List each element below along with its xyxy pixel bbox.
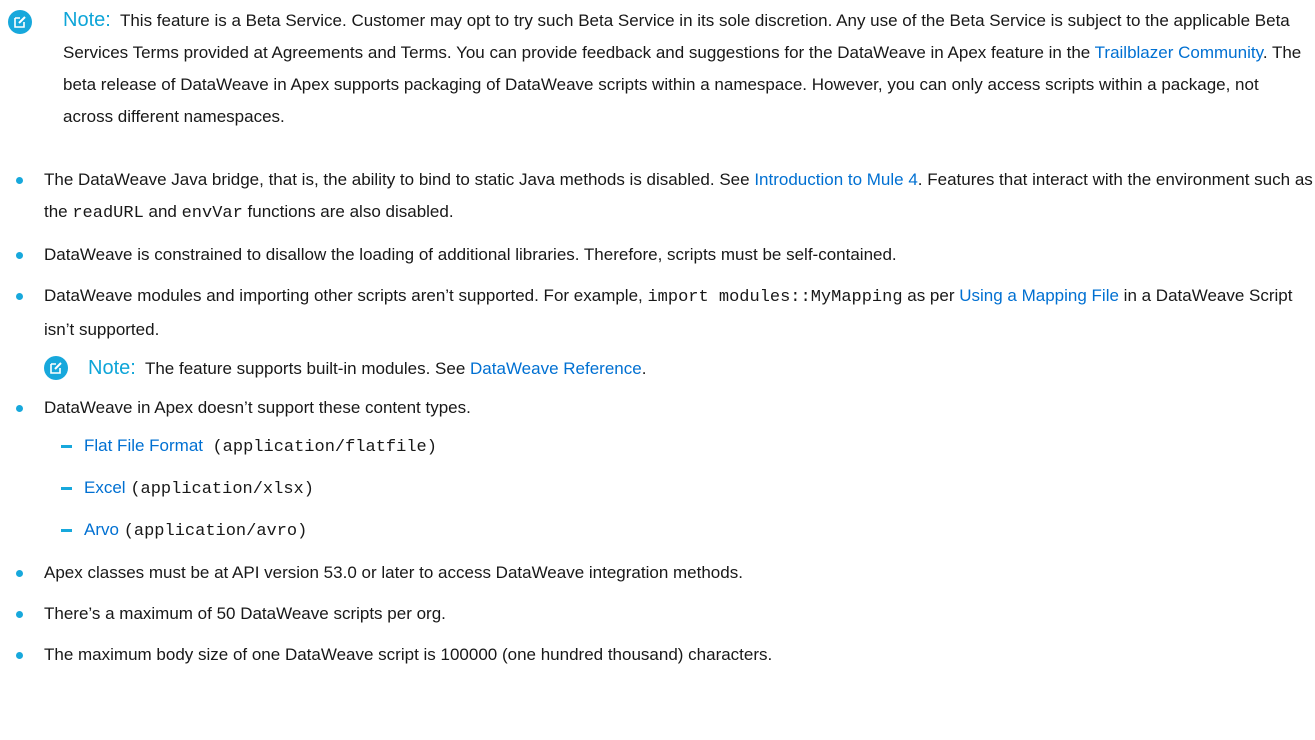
document-page: Note: This feature is a Beta Service. Cu… (0, 0, 1315, 740)
list-item: There’s a maximum of 50 DataWeave script… (0, 598, 1315, 630)
list-item: The maximum body size of one DataWeave s… (0, 639, 1315, 671)
content-type-code: (application/xlsx) (130, 480, 314, 499)
code-envvar: envVar (181, 204, 243, 223)
bullet-text: DataWeave in Apex doesn’t support these … (44, 398, 471, 417)
introduction-to-mule-4-link[interactable]: Introduction to Mule 4 (754, 170, 917, 189)
bullet-text: The DataWeave Java bridge, that is, the … (44, 170, 755, 189)
note-text: The feature supports built-in modules. S… (144, 359, 471, 378)
using-a-mapping-file-link[interactable]: Using a Mapping File (959, 286, 1119, 305)
arvo-link[interactable]: Arvo (84, 520, 119, 539)
edit-note-icon (44, 356, 68, 380)
bullet-text: and (143, 202, 182, 221)
list-item: The DataWeave Java bridge, that is, the … (0, 164, 1315, 230)
builtin-modules-note: Note: The feature supports built-in modu… (44, 352, 1315, 385)
code-import: import modules::MyMapping (647, 288, 903, 307)
note-label: Note: (63, 9, 111, 31)
excel-link[interactable]: Excel (84, 478, 126, 497)
content-type-code: (application/flatfile) (212, 438, 437, 457)
dataweave-reference-link[interactable]: DataWeave Reference (470, 359, 642, 378)
flat-file-format-link[interactable]: Flat File Format (84, 436, 203, 455)
bullet-text: DataWeave modules and importing other sc… (44, 286, 648, 305)
content-types-list: Flat File Format (application/flatfile) … (44, 430, 1315, 548)
edit-note-icon (8, 10, 32, 34)
note-label: Note: (88, 357, 136, 379)
trailblazer-community-link[interactable]: Trailblazer Community (1095, 43, 1263, 62)
content-type-code: (application/avro) (123, 522, 308, 541)
restrictions-list: The DataWeave Java bridge, that is, the … (0, 164, 1315, 680)
list-item: DataWeave in Apex doesn’t support these … (0, 392, 1315, 548)
list-item: DataWeave is constrained to disallow the… (0, 239, 1315, 271)
bullet-text: functions are also disabled. (242, 202, 454, 221)
bullet-text: as per (902, 286, 960, 305)
list-item: DataWeave modules and importing other sc… (0, 280, 1315, 385)
content-type-item: Arvo (application/avro) (44, 514, 1315, 548)
content-type-item: Excel (application/xlsx) (44, 472, 1315, 506)
note-text-end: . (641, 359, 647, 378)
content-type-item: Flat File Format (application/flatfile) (44, 430, 1315, 464)
code-readurl: readURL (72, 204, 144, 223)
beta-note-body: Note: This feature is a Beta Service. Cu… (63, 4, 1303, 133)
list-item: Apex classes must be at API version 53.0… (0, 557, 1315, 589)
